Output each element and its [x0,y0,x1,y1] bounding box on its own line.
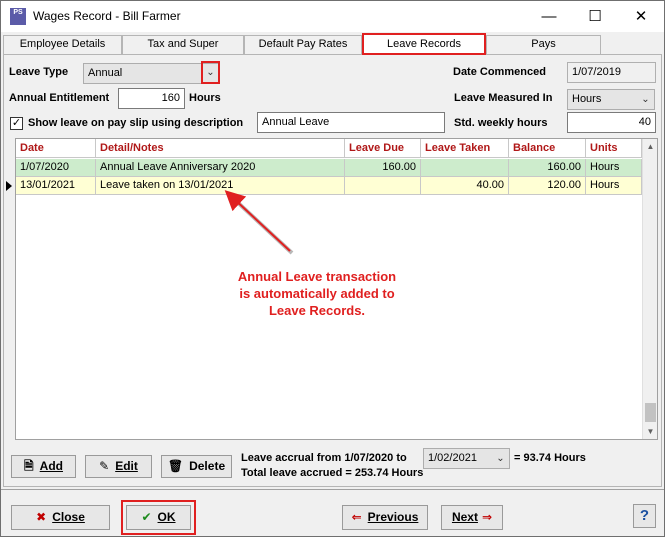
tab-leave-records[interactable]: Leave Records [362,33,486,55]
accrual-result: = 93.74 Hours [514,452,586,464]
delete-button[interactable]: 🗑 Delete [161,455,232,478]
accrual-date-select[interactable]: 1/02/2021 ⌄ [423,448,510,469]
annotation-text: Annual Leave transaction is automaticall… [237,269,397,318]
edit-button[interactable]: ✎ Edit [85,455,152,478]
add-button[interactable]: 🗎 Add [11,455,76,478]
close-x-icon: ✖ [36,510,47,524]
wages-record-window: PS Wages Record - Bill Farmer — ☐ ✕ Empl… [0,0,665,537]
edit-icon: ✎ [99,459,110,473]
next-button[interactable]: Next ⇒ [441,505,503,530]
chevron-down-icon[interactable]: ⌄ [492,449,509,468]
previous-button[interactable]: ⇐ Previous [342,505,428,530]
accrual-label: Leave accrual from 1/07/2020 to [241,452,407,464]
accrual-date-value: 1/02/2021 [428,452,477,464]
total-accrued: Total leave accrued = 253.74 Hours [241,467,424,479]
checkmark-icon: ✔ [141,510,152,524]
footer-bar: ✖ Close ✔ OK ⇐ Previous Next ⇒ ? [1,489,664,536]
new-document-icon: 🗎 [24,459,34,473]
arrow-left-icon: ⇐ [351,510,362,524]
trash-icon: 🗑 [167,459,184,473]
ok-button[interactable]: ✔ OK [121,500,196,535]
arrow-right-icon: ⇒ [481,510,493,524]
help-button[interactable]: ? [633,504,656,528]
close-button[interactable]: ✖ Close [11,505,110,530]
